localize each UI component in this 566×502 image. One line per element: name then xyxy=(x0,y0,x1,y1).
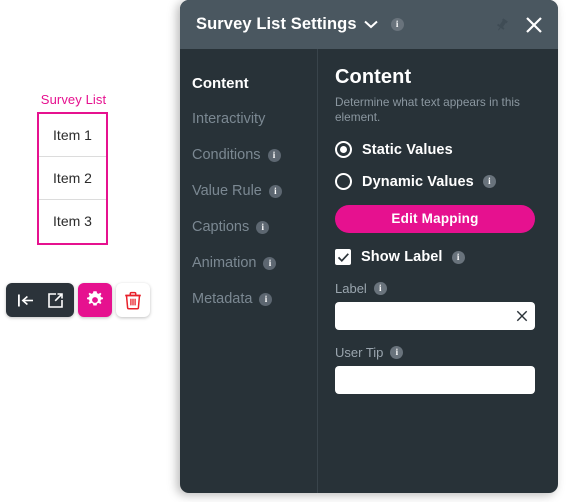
field-label-text: User Tip xyxy=(335,345,384,360)
info-icon[interactable]: i xyxy=(256,220,270,234)
design-canvas: Survey List Item 1 Item 2 Item 3 xyxy=(0,0,180,502)
field-label-text: Label xyxy=(335,281,367,296)
settings-panel: Survey List Settings i Content Interacti… xyxy=(180,0,558,493)
radio-dynamic-values[interactable]: Dynamic Values i xyxy=(335,173,538,190)
survey-list-widget-box: Item 1 Item 2 Item 3 xyxy=(37,112,108,245)
content-heading: Content xyxy=(335,66,412,88)
close-icon[interactable] xyxy=(524,15,544,35)
settings-content: Content Determine what text appears in t… xyxy=(318,49,558,493)
gear-icon[interactable] xyxy=(78,283,112,317)
sidebar-item-interactivity[interactable]: Interactivity xyxy=(192,101,317,137)
show-label-checkbox-row[interactable]: Show Label i xyxy=(335,249,538,265)
sidebar-item-label: Value Rule xyxy=(192,183,262,199)
survey-list-widget-label: Survey List xyxy=(40,92,107,107)
clear-icon[interactable] xyxy=(515,309,529,323)
label-input-wrap xyxy=(335,302,535,330)
edit-mapping-button[interactable]: Edit Mapping xyxy=(335,205,535,233)
info-icon[interactable]: i xyxy=(482,175,496,188)
label-input[interactable] xyxy=(335,302,535,330)
sidebar-item-captions[interactable]: Captions i xyxy=(192,209,317,245)
checkbox-label: Show Label xyxy=(361,249,443,265)
info-icon[interactable]: i xyxy=(259,292,273,306)
info-icon[interactable]: i xyxy=(373,282,387,295)
survey-list-widget[interactable]: Survey List Item 1 Item 2 Item 3 xyxy=(37,92,111,245)
sidebar-item-metadata[interactable]: Metadata i xyxy=(192,281,317,317)
sidebar-item-conditions[interactable]: Conditions i xyxy=(192,137,317,173)
sidebar-item-label: Captions xyxy=(192,219,250,235)
user-tip-field-label: User Tip i xyxy=(335,345,538,360)
radio-icon[interactable] xyxy=(335,173,352,190)
sidebar-item-value-rule[interactable]: Value Rule i xyxy=(192,173,317,209)
info-icon[interactable]: i xyxy=(390,346,404,359)
sidebar-item-label: Content xyxy=(192,74,249,92)
info-icon[interactable]: i xyxy=(263,256,277,270)
external-link-icon[interactable] xyxy=(40,285,70,315)
checkbox-checked-icon[interactable] xyxy=(335,249,351,265)
label-field-label: Label i xyxy=(335,281,538,296)
list-item[interactable]: Item 1 xyxy=(39,114,106,157)
panel-body: Content Interactivity Conditions i Value… xyxy=(180,49,558,493)
user-tip-input[interactable] xyxy=(335,366,535,394)
sidebar-item-label: Conditions xyxy=(192,147,261,163)
trash-icon[interactable] xyxy=(116,283,150,317)
align-left-icon[interactable] xyxy=(10,285,40,315)
pin-icon[interactable] xyxy=(494,17,510,33)
radio-label: Static Values xyxy=(362,141,453,158)
info-icon[interactable]: i xyxy=(451,250,465,264)
list-item[interactable]: Item 2 xyxy=(39,157,106,200)
sidebar-item-label: Animation xyxy=(192,255,257,271)
settings-nav: Content Interactivity Conditions i Value… xyxy=(180,49,318,493)
content-description: Determine what text appears in this elem… xyxy=(335,95,520,124)
sidebar-item-label: Metadata xyxy=(192,291,253,307)
radio-label: Dynamic Values xyxy=(362,173,474,190)
radio-static-values[interactable]: Static Values xyxy=(335,141,538,158)
sidebar-item-content[interactable]: Content xyxy=(192,65,317,101)
chevron-down-icon[interactable] xyxy=(363,20,378,29)
info-icon[interactable]: i xyxy=(268,184,282,198)
radio-icon-selected[interactable] xyxy=(335,141,352,158)
info-icon[interactable]: i xyxy=(390,18,404,31)
panel-header: Survey List Settings i xyxy=(180,0,558,49)
element-toolbar-group xyxy=(6,283,74,317)
sidebar-item-animation[interactable]: Animation i xyxy=(192,245,317,281)
sidebar-item-label: Interactivity xyxy=(192,111,266,127)
user-tip-input-wrap xyxy=(335,366,535,394)
list-item[interactable]: Item 3 xyxy=(39,200,106,243)
element-toolbar xyxy=(6,283,150,317)
info-icon[interactable]: i xyxy=(267,148,281,162)
page-title: Survey List Settings xyxy=(196,15,357,33)
